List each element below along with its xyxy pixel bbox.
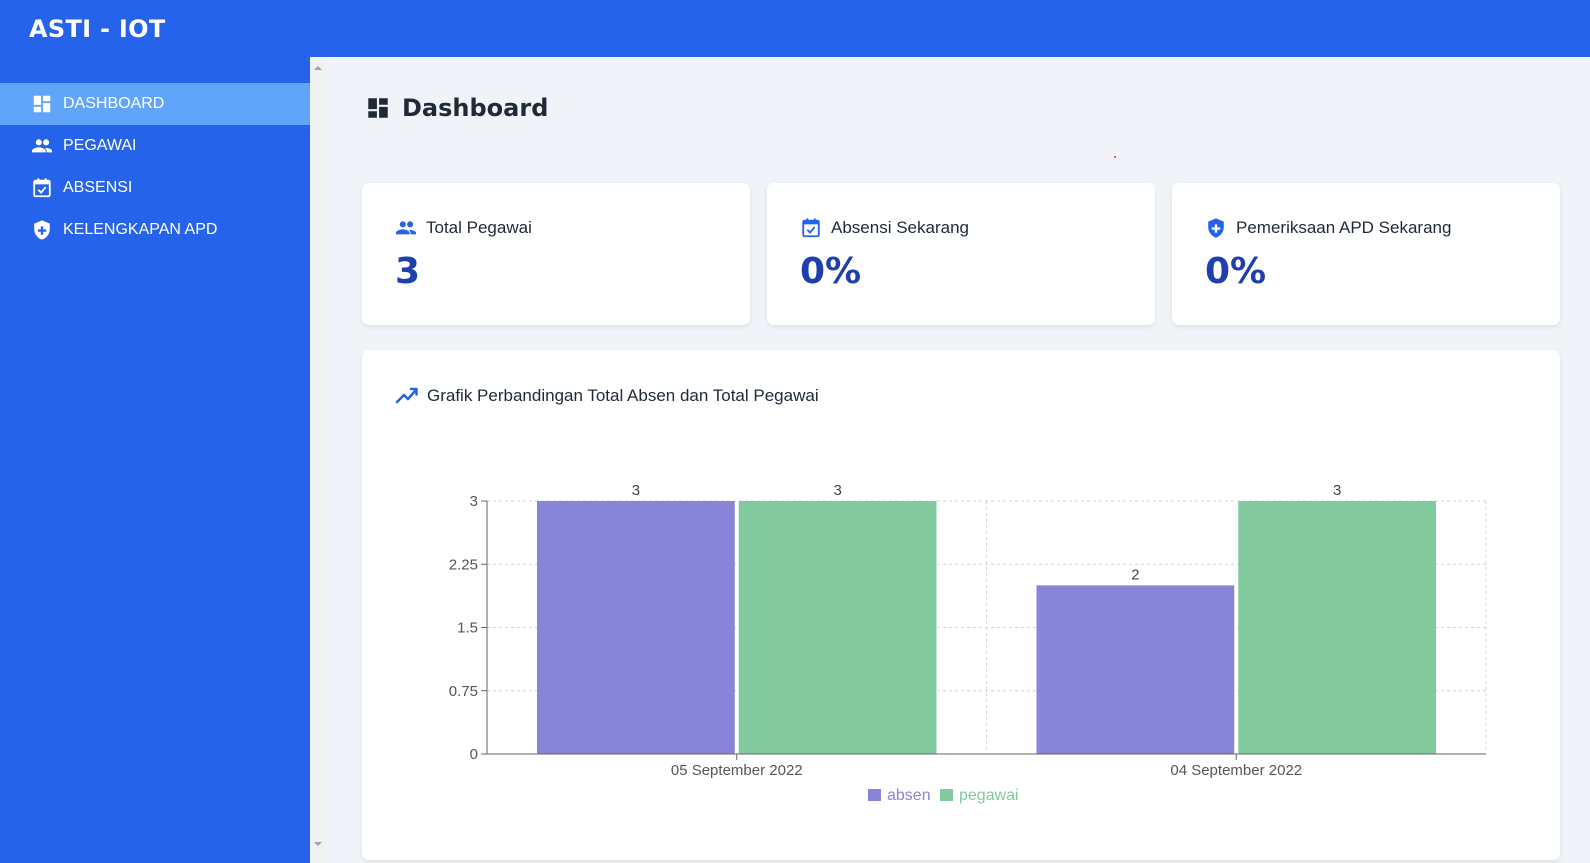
page-title-text: Dashboard: [402, 94, 549, 122]
stray-dot: [1114, 156, 1116, 158]
sidebar-item-dashboard[interactable]: DASHBOARD: [0, 83, 310, 125]
stat-label: Total Pegawai: [426, 218, 532, 237]
shield-plus-icon: [1205, 217, 1227, 239]
stat-card-total-pegawai: Total Pegawai 3: [362, 183, 750, 325]
scroll-down-arrow-icon[interactable]: [310, 839, 326, 849]
scroll-up-arrow-icon[interactable]: [310, 63, 326, 73]
y-tick-label: 2.25: [449, 556, 478, 573]
sidebar-item-label: DASHBOARD: [63, 95, 165, 112]
chart-card: Grafik Perbandingan Total Absen dan Tota…: [362, 350, 1560, 860]
stat-label: Pemeriksaan APD Sekarang: [1236, 218, 1452, 237]
page-title: Dashboard: [365, 94, 548, 122]
y-tick-label: 1.5: [457, 620, 478, 637]
people-icon: [31, 135, 53, 157]
stat-value: 3: [395, 251, 421, 292]
sidebar-item-label: PEGAWAI: [63, 137, 137, 154]
bar: [738, 501, 937, 754]
bar-chart: 0 0.75 1.5 2.25 3 3 3 05 September 2022 2 3 04 Sep…: [449, 482, 1487, 804]
sidebar-item-absensi[interactable]: ABSENSI: [0, 167, 310, 209]
sidebar-item-label: ABSENSI: [63, 179, 133, 196]
sidebar-item-label: KELENGKAPAN APD: [63, 221, 218, 238]
sidebar-scrollbar[interactable]: [310, 57, 326, 863]
calendar-check-icon: [31, 177, 53, 199]
legend-swatch: [940, 789, 953, 801]
stat-card-header: Absensi Sekarang: [800, 217, 969, 239]
x-tick-label: 04 September 2022: [1170, 762, 1302, 779]
stat-label: Absensi Sekarang: [831, 218, 969, 237]
data-label: 2: [1131, 566, 1139, 583]
top-bar: ASTI - IOT: [0, 0, 1590, 57]
sidebar-item-pegawai[interactable]: PEGAWAI: [0, 125, 310, 167]
x-tick-label: 05 September 2022: [671, 762, 803, 779]
legend-label: pegawai: [959, 787, 1019, 804]
calendar-check-icon: [800, 217, 822, 239]
dashboard-icon: [365, 95, 391, 121]
stat-value: 0%: [1205, 251, 1267, 292]
stat-card-header: Pemeriksaan APD Sekarang: [1205, 217, 1451, 239]
y-tick-label: 3: [470, 493, 478, 510]
data-label: 3: [632, 482, 640, 499]
y-tick-label: 0.75: [449, 683, 478, 700]
stat-card-pemeriksaan-apd: Pemeriksaan APD Sekarang 0%: [1172, 183, 1560, 325]
y-tick-label: 0: [470, 746, 478, 763]
stat-card-absensi-sekarang: Absensi Sekarang 0%: [767, 183, 1155, 325]
app-title: ASTI - IOT: [29, 15, 166, 43]
shield-plus-icon: [31, 219, 53, 241]
sidebar-item-kelengkapan-apd[interactable]: KELENGKAPAN APD: [0, 209, 310, 251]
stat-value: 0%: [800, 251, 862, 292]
legend-label: absen: [887, 787, 931, 804]
bar: [1036, 585, 1235, 754]
stat-card-header: Total Pegawai: [395, 217, 532, 239]
bar: [537, 501, 735, 754]
bar: [1238, 501, 1436, 754]
legend-swatch: [868, 789, 881, 801]
dashboard-icon: [31, 93, 53, 115]
sidebar: DASHBOARD PEGAWAI ABSENSI KELENGKAPAN AP…: [0, 57, 310, 863]
data-label: 3: [1333, 482, 1341, 499]
people-icon: [395, 217, 417, 239]
data-label: 3: [833, 482, 841, 499]
